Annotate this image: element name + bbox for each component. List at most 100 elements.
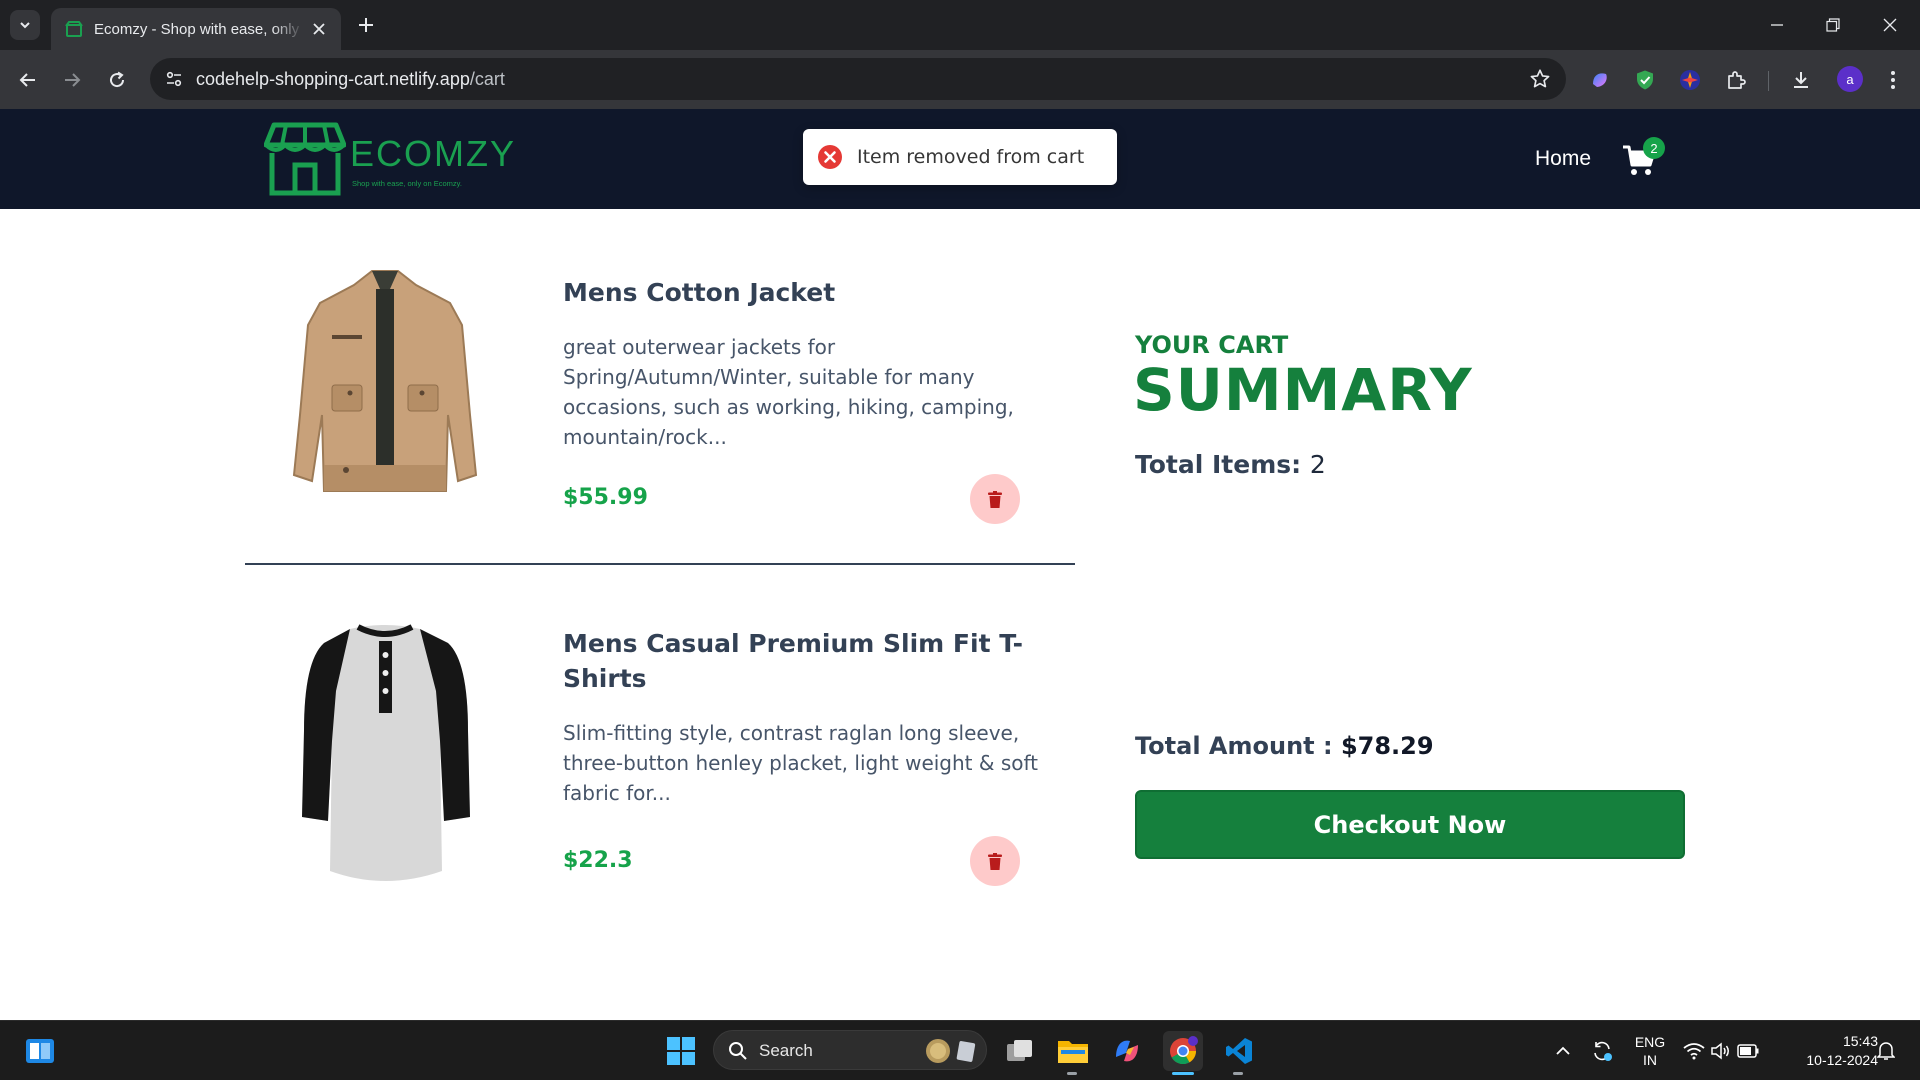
search-placeholder: Search [759,1041,813,1060]
clock-time: 15:43 [1842,1033,1878,1049]
region-code: IN [1643,1052,1657,1068]
minimize-icon [1771,24,1783,26]
forward-button[interactable] [56,64,88,96]
cart-item: Mens Casual Premium Slim Fit T-Shirts Sl… [245,618,1075,898]
copilot-icon [1116,1040,1138,1062]
folder-icon [1058,1041,1088,1063]
address-bar[interactable]: codehelp-shopping-cart.netlify.app/cart [150,58,1566,100]
error-circle-icon [818,145,842,169]
logo-text: ECOMZY [350,133,517,174]
close-window-button[interactable] [1873,8,1907,42]
chevron-up-icon [1556,1046,1570,1055]
chrome-button[interactable] [1163,1031,1203,1071]
language-indicator[interactable]: ENG IN [1630,1033,1670,1069]
windows-start-icon [667,1037,695,1065]
extension-copilot-button[interactable] [1584,64,1616,96]
url-text: codehelp-shopping-cart.netlify.app/cart [196,69,505,90]
item-price: $22.3 [563,848,633,873]
sync-status-button[interactable] [1582,1031,1622,1071]
item-description: Slim-fitting style, contrast raglan long… [563,721,1039,805]
storefront-logo-icon [263,122,347,196]
browser-toolbar: codehelp-shopping-cart.netlify.app/cart … [0,50,1920,109]
url-host: codehelp-shopping-cart.netlify.app [196,69,470,89]
widgets-button[interactable] [20,1031,60,1071]
download-icon [1794,72,1808,88]
quick-settings-button[interactable] [1676,1031,1766,1071]
extensions-icon [1728,71,1746,89]
reload-button[interactable] [101,64,133,96]
clock-date: 10-12-2024 [1806,1052,1878,1068]
browser-menu-button[interactable] [1877,64,1909,96]
task-view-button[interactable] [1000,1031,1040,1071]
extension-shield-button[interactable] [1629,64,1661,96]
copilot-extension-icon [1593,73,1607,87]
new-tab-button[interactable] [352,11,380,39]
task-view-icon [1007,1040,1032,1061]
reload-icon [110,71,125,88]
ecomzy-favicon-icon [65,21,83,37]
remove-item-button[interactable] [970,474,1020,524]
clock[interactable]: 15:43 10-12-2024 [1782,1032,1878,1070]
more-vertical-icon [1891,71,1895,89]
volume-icon [1711,1042,1729,1060]
tab-title: Ecomzy - Shop with ease, only on Ecomzy [94,20,304,38]
total-items: Total Items: 2 [1135,450,1326,479]
show-hidden-icons-button[interactable] [1543,1031,1583,1071]
taskbar-search[interactable]: Search [713,1030,987,1070]
trash-icon [988,490,1002,508]
search-highlight-icon [926,1039,976,1063]
bookmark-star-icon [1530,69,1550,88]
plus-icon [359,18,373,32]
summary-title: SUMMARY [1133,356,1473,424]
ecomzy-logo[interactable]: ECOMZY Shop with ease, only on Ecomzy. [263,121,514,197]
trash-icon [988,852,1002,870]
chevron-down-icon [20,22,30,29]
total-amount-label: Total Amount : [1135,732,1333,760]
start-button[interactable] [661,1031,701,1071]
explorer-running-indicator [1067,1072,1077,1075]
total-amount-value: $78.29 [1340,732,1434,760]
checkout-button[interactable]: Checkout Now [1135,790,1685,859]
cart-count-badge: 2 [1643,137,1665,159]
windows-taskbar: Search ENG IN 15:43 10-12-2024 [0,1020,1920,1080]
toast-notification: Item removed from cart [803,129,1117,185]
close-icon [313,23,325,35]
battery-icon [1737,1044,1759,1058]
search-icon [729,1042,747,1060]
nav-home-link[interactable]: Home [1535,147,1591,171]
vscode-icon [1226,1038,1252,1064]
vscode-button[interactable] [1219,1031,1259,1071]
logo-tagline: Shop with ease, only on Ecomzy. [352,179,462,188]
total-items-label: Total Items: [1135,450,1302,479]
extension-compass-button[interactable] [1674,64,1706,96]
toolbar-divider [1768,71,1769,91]
total-items-value: 2 [1309,450,1326,479]
restore-button[interactable] [1816,8,1850,42]
downloads-button[interactable] [1785,64,1817,96]
compass-extension-icon [1680,70,1700,90]
minimize-button[interactable] [1760,8,1794,42]
item-title: Mens Casual Premium Slim Fit T-Shirts [563,629,1023,693]
notifications-button[interactable] [1866,1031,1906,1071]
site-info-button[interactable] [160,65,188,93]
item-divider [245,563,1075,565]
copilot-button[interactable] [1107,1031,1147,1071]
shield-extension-icon [1637,70,1653,90]
tab-search-button[interactable] [10,10,40,40]
browser-tab-active[interactable]: Ecomzy - Shop with ease, only on Ecomzy [51,8,341,50]
chrome-active-indicator [1172,1072,1194,1075]
back-arrow-icon [19,73,35,87]
item-info: Mens Cotton Jacket great outerwear jacke… [563,275,1043,452]
url-path: /cart [469,69,505,89]
item-title: Mens Cotton Jacket [563,278,836,307]
tab-close-button[interactable] [309,19,329,39]
widgets-icon [26,1039,54,1063]
profile-avatar[interactable]: a [1837,66,1863,92]
back-button[interactable] [12,64,44,96]
sync-icon [1594,1041,1612,1061]
remove-item-button[interactable] [970,836,1020,886]
extensions-menu-button[interactable] [1720,64,1752,96]
file-explorer-button[interactable] [1053,1031,1093,1071]
total-amount: Total Amount : $78.29 [1135,732,1434,760]
bookmark-button[interactable] [1528,67,1552,91]
